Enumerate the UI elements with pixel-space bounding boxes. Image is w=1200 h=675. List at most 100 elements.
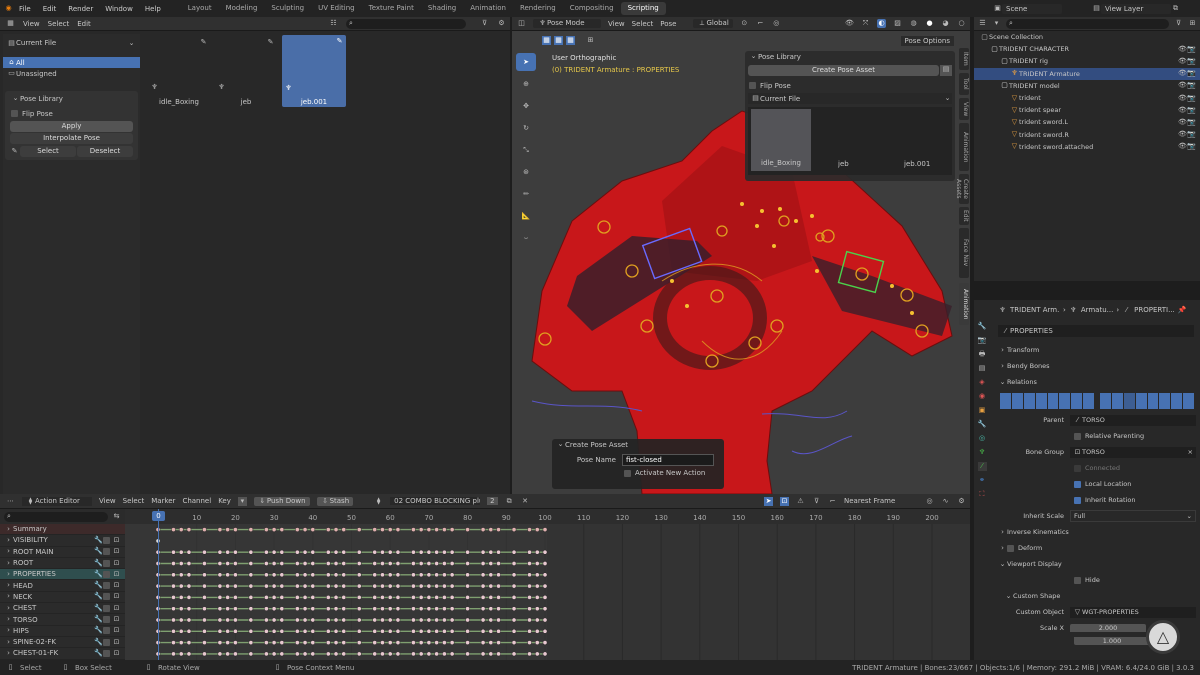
keyframe[interactable] [372, 527, 378, 532]
keyframe[interactable] [217, 595, 223, 600]
keyframe[interactable] [542, 606, 548, 612]
keyframe[interactable] [387, 640, 393, 645]
eye-icon[interactable]: 👁 [1178, 118, 1187, 127]
enable-checkbox[interactable] [103, 593, 110, 601]
asset-thumb[interactable]: jeb.001 [904, 160, 930, 168]
pivot-icon[interactable]: ⊙ [740, 19, 749, 28]
keyframe[interactable] [527, 651, 532, 657]
enable-checkbox[interactable] [103, 536, 110, 544]
keyframe[interactable] [279, 595, 285, 600]
keyframe[interactable] [534, 572, 540, 578]
keyframe[interactable] [186, 640, 192, 645]
close-icon[interactable]: × [1188, 448, 1193, 457]
keyframe[interactable] [294, 561, 300, 566]
keyframe[interactable] [225, 617, 231, 623]
keyframe[interactable] [534, 583, 540, 589]
pose-library-panel-header[interactable]: ⌄ Pose Library [7, 93, 136, 104]
unlink-icon[interactable]: ✕ [521, 497, 530, 506]
gizmo-icon[interactable]: ⤧ [861, 19, 870, 28]
menu-edit-asset[interactable]: Edit [77, 20, 91, 28]
keyframe[interactable] [279, 561, 285, 566]
measure-tool-icon[interactable]: 📐 [516, 207, 536, 225]
keyframe[interactable] [356, 640, 362, 645]
keyframe[interactable] [217, 617, 223, 623]
channel-row[interactable]: › ROOT MAIN 🔧 ⊡ [0, 547, 125, 558]
keyframe[interactable] [534, 628, 540, 634]
menu-view[interactable]: View [23, 20, 40, 28]
keyframe[interactable] [333, 628, 339, 634]
keyframe[interactable] [341, 527, 347, 532]
chevron-right-icon[interactable]: › [4, 525, 13, 534]
keyframe[interactable] [310, 640, 316, 645]
keyframe[interactable] [395, 583, 401, 589]
keyframe[interactable] [225, 595, 231, 600]
keyframe[interactable] [333, 640, 339, 645]
keyframe[interactable] [225, 640, 231, 645]
keyframe[interactable] [449, 640, 455, 645]
keyframe[interactable] [225, 549, 231, 555]
keyframe[interactable] [527, 561, 532, 566]
keyframe[interactable] [356, 527, 362, 532]
search-box[interactable]: ⌕ [346, 18, 466, 29]
physics-tab-icon[interactable]: ◎ [978, 434, 987, 443]
keyframe[interactable] [387, 583, 393, 589]
keyframe[interactable] [542, 527, 548, 532]
keyframe[interactable] [217, 549, 223, 555]
keyframe[interactable] [426, 595, 432, 600]
snap-icon[interactable]: ⌐ [828, 497, 837, 506]
outliner-item[interactable]: ▢ TRIDENT rig 👁 📷 [974, 55, 1200, 67]
lock-icon[interactable]: ⊡ [112, 626, 121, 635]
push-down-button[interactable]: ⇓ Push Down [253, 496, 310, 506]
keyframe[interactable] [356, 549, 362, 555]
view-layer-selector[interactable]: View Layer [1101, 3, 1171, 14]
keyframe[interactable] [302, 561, 308, 566]
proportional-icon[interactable]: ◎ [772, 19, 781, 28]
keyframe[interactable] [264, 595, 269, 600]
keyframe[interactable] [418, 640, 424, 645]
data-tab-icon[interactable]: ⛶ [978, 490, 987, 499]
rendered-shading-icon[interactable]: ○ [957, 19, 966, 28]
keyframe[interactable] [418, 561, 424, 566]
solid-shading-icon[interactable]: ● [925, 19, 934, 28]
wrench-icon[interactable]: 🔧 [94, 615, 103, 624]
keyframe[interactable] [480, 617, 486, 623]
scene-tab-icon[interactable]: ◈ [978, 378, 987, 387]
keyframe[interactable] [511, 527, 517, 532]
keyframe[interactable] [488, 640, 494, 645]
select-button[interactable]: Select [20, 146, 76, 157]
keyframe[interactable] [271, 628, 277, 634]
bone-tab-icon[interactable]: ⁄ [977, 462, 987, 471]
tool-tab-icon[interactable]: 🔧 [978, 322, 987, 331]
asset-item-selected[interactable]: ✎ ♆ jeb.001 [282, 35, 346, 107]
output-tab-icon[interactable]: 🖶 [978, 350, 987, 359]
keyframe[interactable] [202, 640, 207, 645]
keyframe[interactable] [233, 572, 238, 578]
keyframe[interactable] [310, 583, 316, 589]
keyframe[interactable] [496, 595, 501, 600]
keyframe[interactable] [449, 572, 455, 578]
keyframe[interactable] [496, 640, 501, 645]
keyframe[interactable] [333, 595, 339, 600]
eye-icon[interactable]: 👁 [1178, 45, 1187, 54]
keyframe[interactable] [333, 583, 339, 589]
keyframe[interactable] [264, 628, 269, 634]
library-selector[interactable]: ▤ Current File ⌄ [748, 93, 952, 104]
keyframe[interactable] [302, 651, 308, 657]
keyframe[interactable] [534, 606, 540, 612]
snap-dropdown[interactable]: Nearest Frame [844, 497, 904, 505]
wireframe-shading-icon[interactable]: ◍ [909, 19, 918, 28]
keyframe[interactable] [325, 595, 331, 600]
keyframe[interactable] [217, 640, 223, 645]
asset-browser-icon[interactable]: ▤ [940, 65, 952, 76]
keyframe[interactable] [178, 640, 184, 645]
editor-type-icon[interactable]: ▦ [6, 19, 15, 28]
keyframe[interactable] [171, 617, 176, 623]
action-browse-icon[interactable]: ⧫ [374, 497, 383, 506]
keyframe[interactable] [264, 606, 269, 612]
enable-checkbox[interactable] [103, 649, 110, 657]
section-viewport-display[interactable]: ⌄ Viewport Display [998, 556, 1196, 572]
keyframe[interactable] [496, 583, 501, 589]
lock-icon[interactable]: ⊡ [112, 570, 121, 579]
keyframe[interactable] [356, 561, 362, 566]
keyframe[interactable] [542, 651, 548, 657]
